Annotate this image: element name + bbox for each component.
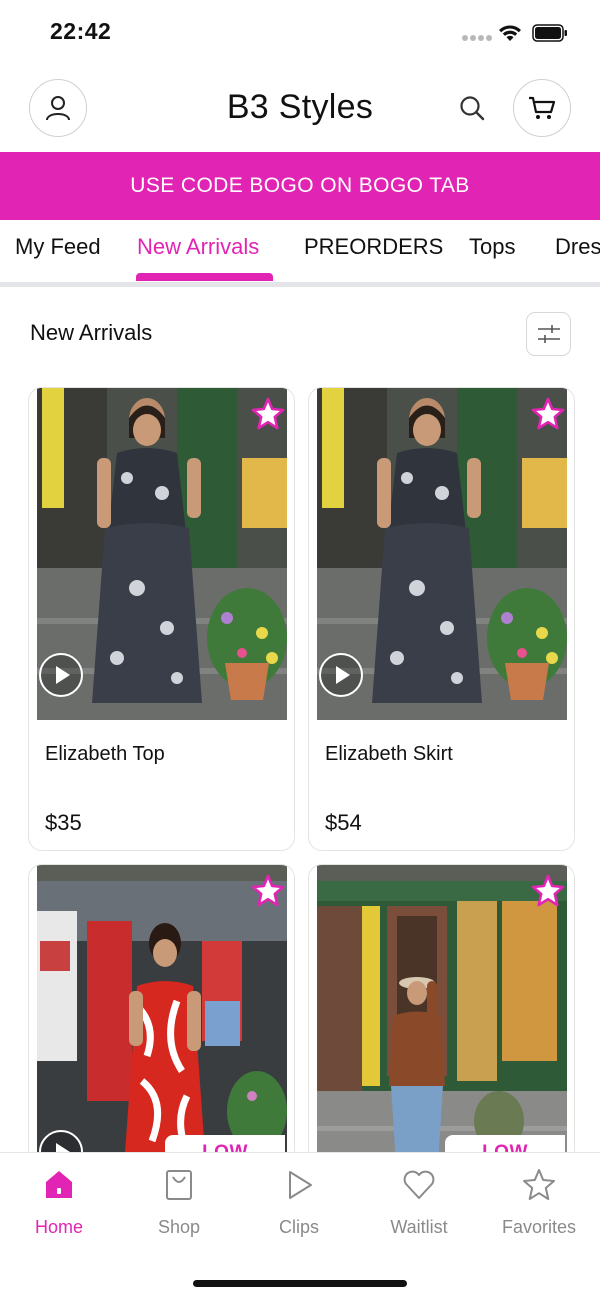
tabs-divider: [0, 282, 600, 287]
nav-home-label: Home: [34, 1217, 83, 1237]
sliders-icon: [537, 325, 560, 343]
wifi-icon: [499, 25, 521, 41]
user-icon: [46, 96, 70, 121]
active-tab-indicator: [136, 273, 273, 281]
nav-home[interactable]: Home: [4, 1167, 114, 1238]
nav-waitlist[interactable]: Waitlist: [364, 1167, 474, 1238]
product-card[interactable]: LOW STOCK: [308, 864, 575, 1164]
status-time: 22:42: [50, 18, 112, 44]
search-icon: [460, 96, 485, 121]
nav-shop[interactable]: Shop: [124, 1167, 234, 1238]
nav-shop-label: Shop: [157, 1217, 201, 1237]
star-icon[interactable]: [250, 396, 286, 432]
signal-dots-icon: [462, 35, 492, 41]
product-photo: [317, 881, 567, 1163]
star-icon: [523, 1169, 555, 1200]
product-name: Elizabeth Top: [45, 743, 165, 765]
home-icon: [46, 1171, 72, 1198]
product-photo: [37, 881, 287, 1163]
product-image[interactable]: [37, 388, 287, 720]
product-card[interactable]: LOW STOCK: [28, 864, 295, 1164]
tab-my-feed[interactable]: My Feed: [15, 234, 101, 260]
account-button[interactable]: [29, 79, 87, 137]
product-price: $54: [325, 810, 362, 835]
search-button[interactable]: [456, 92, 488, 124]
star-icon[interactable]: [530, 396, 566, 432]
tab-new-arrivals[interactable]: New Arrivals: [137, 234, 259, 260]
heart-icon: [403, 1170, 435, 1199]
bottom-nav: Home Shop Clips Waitlist Favorites: [0, 1152, 600, 1299]
cart-button[interactable]: [513, 79, 571, 137]
home-indicator: [193, 1280, 407, 1287]
product-name: Elizabeth Skirt: [325, 743, 453, 765]
nav-clips-label: Clips: [278, 1217, 319, 1237]
product-card[interactable]: Elizabeth Top $35: [28, 387, 295, 851]
product-image[interactable]: LOW STOCK: [317, 865, 567, 1163]
promo-banner[interactable]: USE CODE BOGO ON BOGO TAB: [0, 152, 600, 220]
nav-waitlist-label: Waitlist: [390, 1217, 448, 1237]
cart-icon: [529, 96, 556, 119]
play-video-icon[interactable]: [318, 652, 364, 698]
product-price: $35: [45, 810, 82, 835]
filter-button[interactable]: [526, 312, 571, 356]
battery-icon: [532, 24, 567, 42]
status-bar: 22:42: [0, 0, 600, 66]
nav-favorites[interactable]: Favorites: [484, 1167, 594, 1238]
nav-favorites-label: Favorites: [501, 1217, 577, 1237]
app-header: B3 Styles: [0, 66, 600, 152]
product-image[interactable]: [317, 388, 567, 720]
product-image[interactable]: LOW STOCK: [37, 865, 287, 1163]
star-icon[interactable]: [250, 873, 286, 909]
section-title: New Arrivals: [30, 320, 153, 345]
shopping-bag-icon: [166, 1170, 192, 1200]
app-title: B3 Styles: [226, 88, 374, 126]
play-icon: [289, 1171, 312, 1199]
nav-clips[interactable]: Clips: [244, 1167, 354, 1238]
category-tabs: My Feed New Arrivals PREORDERS Tops Dres: [0, 220, 600, 284]
product-card[interactable]: Elizabeth Skirt $54: [308, 387, 575, 851]
star-icon[interactable]: [530, 873, 566, 909]
tab-preorders[interactable]: PREORDERS: [304, 234, 443, 260]
play-video-icon[interactable]: [38, 652, 84, 698]
tab-tops[interactable]: Tops: [469, 234, 515, 260]
tab-dresses[interactable]: Dres: [555, 234, 600, 260]
